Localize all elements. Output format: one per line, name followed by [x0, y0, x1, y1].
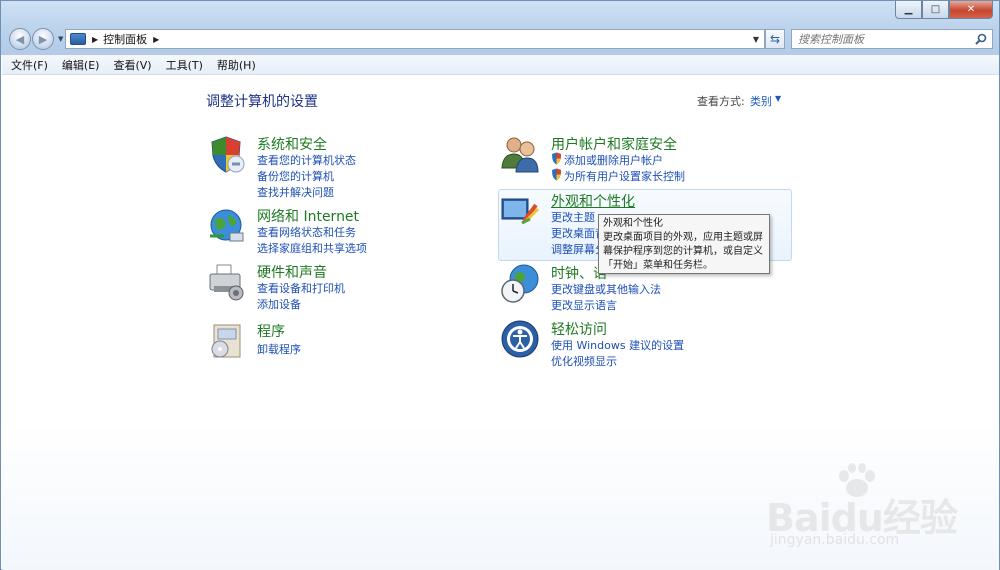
link-add-remove-accounts[interactable]: 添加或删除用户帐户: [564, 152, 663, 168]
page-title: 调整计算机的设置: [206, 94, 318, 110]
breadcrumb-separator-icon[interactable]: ▶: [92, 35, 98, 44]
menu-help[interactable]: 帮助(H): [217, 57, 256, 73]
search-input[interactable]: [798, 32, 968, 46]
link-network-status[interactable]: 查看网络状态和任务: [257, 224, 356, 240]
category-title[interactable]: 外观和个性化: [551, 191, 635, 211]
menu-tools[interactable]: 工具(T): [166, 57, 203, 73]
monitor-paintbrush-icon[interactable]: [500, 191, 540, 231]
view-by-label: 查看方式:: [697, 95, 745, 108]
programs-box-icon[interactable]: [206, 321, 246, 361]
forward-button[interactable]: ▶: [32, 28, 54, 50]
tooltip-line: 「开始」菜单和任务栏。: [603, 260, 713, 271]
printer-icon[interactable]: [206, 262, 246, 302]
close-button[interactable]: ✕: [949, 1, 993, 19]
address-bar[interactable]: ▶ 控制面板 ▶ ▼: [65, 29, 765, 49]
search-box[interactable]: [791, 29, 993, 49]
category-title[interactable]: 网络和 Internet: [257, 206, 359, 226]
appearance-tooltip: 外观和个性化 更改桌面项目的外观，应用主题或屏 幕保护程序到您的计算机，或自定义…: [598, 214, 770, 274]
link-recommended-settings[interactable]: 使用 Windows 建议的设置: [551, 337, 684, 353]
category-title[interactable]: 系统和安全: [257, 134, 327, 154]
tooltip-line: 外观和个性化: [603, 218, 663, 229]
minimize-button[interactable]: ▁: [895, 1, 922, 19]
search-icon[interactable]: [975, 33, 987, 45]
refresh-button[interactable]: ⇆: [765, 29, 785, 49]
link-change-keyboard-input[interactable]: 更改键盘或其他输入法: [551, 281, 661, 297]
control-panel-icon: [70, 33, 86, 45]
breadcrumb-control-panel[interactable]: 控制面板: [103, 31, 147, 47]
baidu-watermark: Baidu经验 jingyan.baidu.com: [762, 462, 992, 552]
category-title[interactable]: 硬件和声音: [257, 262, 327, 282]
navigation-buttons: ◀ ▶ ▼: [9, 28, 63, 50]
menu-edit[interactable]: 编辑(E): [62, 57, 100, 73]
users-icon[interactable]: [500, 134, 540, 174]
recent-pages-dropdown-icon[interactable]: ▼: [58, 35, 63, 43]
back-button[interactable]: ◀: [9, 28, 31, 50]
watermark-url: jingyan.baidu.com: [770, 532, 900, 548]
link-optimize-visual-display[interactable]: 优化视频显示: [551, 353, 617, 369]
category-title[interactable]: 程序: [257, 321, 285, 341]
menu-file[interactable]: 文件(F): [11, 57, 48, 73]
uac-shield-icon: [552, 152, 561, 165]
network-globe-icon[interactable]: [206, 206, 246, 246]
window-controls: ▁ □ ✕: [895, 1, 993, 19]
link-view-computer-status[interactable]: 查看您的计算机状态: [257, 152, 356, 168]
maximize-button[interactable]: □: [922, 1, 949, 19]
category-title[interactable]: 用户帐户和家庭安全: [551, 134, 677, 154]
link-backup-computer[interactable]: 备份您的计算机: [257, 168, 334, 184]
breadcrumb-separator-icon[interactable]: ▶: [153, 35, 159, 44]
view-by-chevron-down-icon[interactable]: ▼: [775, 94, 781, 103]
menu-bar: 文件(F) 编辑(E) 查看(V) 工具(T) 帮助(H): [2, 55, 999, 75]
link-uninstall-program[interactable]: 卸载程序: [257, 341, 301, 357]
title-bar: ▁ □ ✕ ◀ ▶ ▼ ▶ 控制面板 ▶ ▼ ⇆: [1, 1, 999, 55]
link-troubleshoot[interactable]: 查找并解决问题: [257, 184, 334, 200]
clock-globe-icon[interactable]: [500, 263, 540, 303]
view-by-dropdown[interactable]: 类别: [750, 93, 772, 109]
tooltip-line: 更改桌面项目的外观，应用主题或屏: [603, 232, 763, 243]
menu-view[interactable]: 查看(V): [113, 57, 151, 73]
link-devices-printers[interactable]: 查看设备和打印机: [257, 280, 345, 296]
link-homegroup-sharing[interactable]: 选择家庭组和共享选项: [257, 240, 367, 256]
uac-shield-icon: [552, 168, 561, 181]
category-title[interactable]: 轻松访问: [551, 319, 607, 339]
link-parental-controls[interactable]: 为所有用户设置家长控制: [564, 168, 685, 184]
link-add-device[interactable]: 添加设备: [257, 296, 301, 312]
shield-icon[interactable]: [206, 134, 246, 174]
address-dropdown-icon[interactable]: ▼: [753, 35, 759, 44]
link-change-display-language[interactable]: 更改显示语言: [551, 297, 617, 313]
ease-of-access-icon[interactable]: [500, 319, 540, 359]
link-change-theme[interactable]: 更改主题: [551, 209, 595, 225]
tooltip-line: 幕保护程序到您的计算机，或自定义: [603, 246, 763, 257]
